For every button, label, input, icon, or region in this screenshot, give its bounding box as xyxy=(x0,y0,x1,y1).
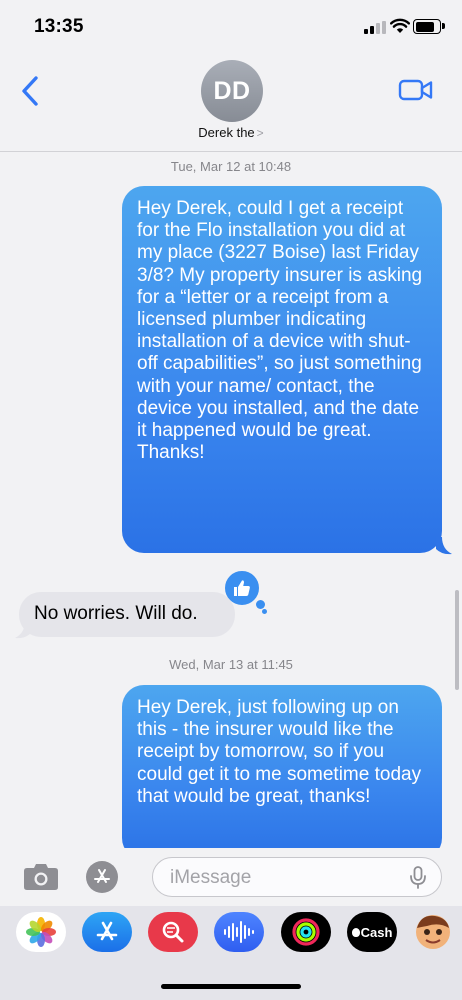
audio-message-app-icon[interactable] xyxy=(214,912,264,952)
thumbs-up-icon xyxy=(234,580,250,596)
facetime-video-button[interactable] xyxy=(398,78,434,102)
conversation-header: DD Derek the > xyxy=(0,52,462,152)
photos-app-icon[interactable] xyxy=(16,912,66,952)
apple-logo-icon xyxy=(351,927,360,937)
input-bar: iMessage xyxy=(0,848,462,906)
back-button[interactable] xyxy=(16,74,44,108)
bubble-tail xyxy=(436,537,452,555)
tapback-tail-dot xyxy=(262,609,267,614)
wifi-icon xyxy=(390,18,410,33)
incoming-message-bubble[interactable]: No worries. Will do. xyxy=(19,592,235,637)
activity-app-icon[interactable] xyxy=(281,912,331,952)
home-indicator[interactable] xyxy=(161,984,301,989)
contact-name: Derek the xyxy=(198,125,255,140)
battery-icon xyxy=(413,19,441,34)
cellular-signal-icon xyxy=(364,21,386,34)
outgoing-message-bubble[interactable]: Hey Derek, just following up on this - t… xyxy=(122,685,442,860)
app-drawer: Cash xyxy=(0,906,462,1000)
contact-avatar[interactable]: DD xyxy=(201,60,263,122)
imessage-placeholder: iMessage xyxy=(170,867,252,888)
app-store-icon xyxy=(94,869,110,883)
memoji-app-icon[interactable] xyxy=(413,912,462,952)
bubble-tail xyxy=(15,621,31,639)
images-search-app-icon[interactable] xyxy=(148,912,198,952)
status-bar: 13:35 xyxy=(0,0,462,52)
outgoing-message-bubble[interactable]: Hey Derek, could I get a receipt for the… xyxy=(122,186,442,553)
apple-cash-label: Cash xyxy=(360,924,393,940)
outgoing-message-text: Hey Derek, just following up on this - t… xyxy=(137,697,422,807)
microphone-icon[interactable] xyxy=(409,866,427,890)
avatar-initials: DD xyxy=(213,76,251,105)
chevron-right-icon: > xyxy=(256,126,264,140)
status-time: 13:35 xyxy=(34,16,84,37)
tapback-tail-dot xyxy=(256,600,265,609)
message-timestamp: Wed, Mar 13 at 11:45 xyxy=(169,657,293,672)
apple-cash-app-icon[interactable]: Cash xyxy=(347,912,397,952)
scroll-indicator[interactable] xyxy=(455,590,459,690)
battery-cap xyxy=(442,23,445,29)
camera-button[interactable] xyxy=(22,862,60,892)
contact-name-button[interactable]: Derek the > xyxy=(0,125,462,140)
app-store-button[interactable] xyxy=(86,861,118,893)
message-timestamp: Tue, Mar 12 at 10:48 xyxy=(170,159,292,174)
app-store-app-icon[interactable] xyxy=(82,912,132,952)
imessage-input[interactable]: iMessage xyxy=(152,857,442,897)
incoming-message-text: No worries. Will do. xyxy=(34,603,198,624)
outgoing-message-text: Hey Derek, could I get a receipt for the… xyxy=(137,198,423,464)
